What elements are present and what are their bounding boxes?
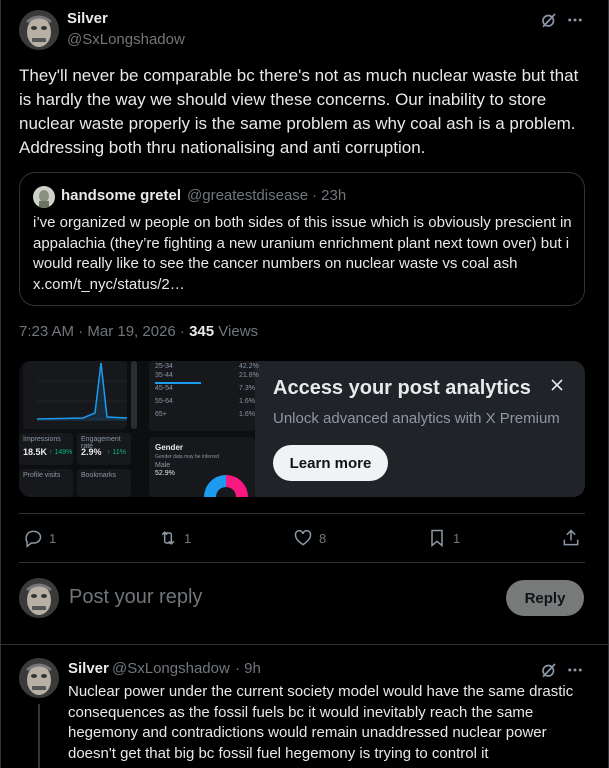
promo-title: Access your post analytics — [273, 377, 531, 399]
divider — [19, 513, 585, 514]
reply-author-handle[interactable]: @SxLongshadow — [112, 660, 230, 677]
preview-profile-visits-card: Profile visits — [19, 469, 73, 497]
age-group-value: 7.3% — [239, 385, 255, 392]
quote-author-handle: @greatestdisease — [187, 187, 309, 204]
reply-text: Nuclear power under the current society … — [68, 683, 574, 762]
views-count: 345 — [189, 323, 215, 340]
gender-male-value: 52.9% — [155, 470, 175, 477]
age-group-value: 1.6% — [239, 411, 255, 418]
preview-gender-panel: Gender Gender data may be inferred Male … — [149, 437, 255, 497]
engagement-value: 2.9% — [81, 447, 102, 457]
reply-avatar[interactable] — [19, 658, 59, 698]
grok-icon[interactable] — [539, 10, 559, 30]
more-icon[interactable] — [565, 660, 585, 680]
repost-action[interactable]: 1 — [158, 526, 191, 550]
quote-time: · 23h — [312, 187, 347, 204]
like-action[interactable]: 8 — [293, 526, 326, 550]
avatar-image — [19, 658, 59, 698]
quote-text: i’ve organized w people on both sides of… — [33, 214, 572, 293]
repost-count: 1 — [184, 530, 192, 546]
gender-subtitle: Gender data may be inferred — [155, 454, 219, 460]
share-icon — [563, 529, 579, 546]
age-group-label: 45-54 — [155, 385, 173, 392]
reply-button[interactable]: Reply — [506, 580, 584, 616]
age-bar — [155, 382, 201, 384]
grok-icon[interactable] — [539, 660, 559, 680]
reply-count: 1 — [49, 530, 57, 546]
preview-bookmarks-card: Bookmarks — [77, 469, 131, 497]
profile-visits-label: Profile visits — [23, 472, 61, 479]
reply-action[interactable]: 1 — [23, 526, 56, 550]
bookmarks-label: Bookmarks — [81, 472, 117, 479]
like-count: 8 — [319, 530, 327, 546]
thread-line — [38, 704, 40, 768]
preview-age-panel: 25-34 42.2% 35-44 21.8% 45-54 7.3% 55-64… — [149, 361, 259, 431]
avatar-image — [19, 10, 59, 50]
preview-line-chart — [36, 362, 128, 421]
post-detail-view: Silver @SxLongshadow They'll never be co… — [0, 0, 609, 768]
promo-subtitle: Unlock advanced analytics with X Premium — [273, 410, 560, 427]
bookmark-icon — [431, 529, 443, 548]
heart-icon — [294, 529, 312, 546]
gender-male-label: Male — [155, 462, 171, 469]
author-name[interactable]: Silver — [67, 10, 108, 27]
age-group-label: 65+ — [155, 411, 167, 418]
age-group-value: 21.8% — [239, 372, 259, 379]
post-text: They'll never be comparable bc there's n… — [19, 66, 579, 157]
author-handle[interactable]: @SxLongshadow — [67, 31, 185, 48]
quoted-post[interactable]: handsome gretel @greatestdisease · 23h i… — [19, 172, 585, 306]
share-action[interactable] — [561, 526, 581, 550]
impressions-value: 18.5K — [23, 447, 48, 457]
preview-engagement-card: Engagement rate 2.9% ↑ 11% — [77, 433, 131, 465]
preview-impressions-card: Impressions 18.5K ↑ 149% — [19, 433, 73, 465]
age-group-label: 35-44 — [155, 372, 173, 379]
current-user-avatar[interactable] — [19, 578, 59, 618]
separator — [1, 644, 609, 645]
analytics-preview-image: 25-34 42.2% 35-44 21.8% 45-54 7.3% 55-64… — [19, 361, 259, 497]
views-label: Views — [214, 323, 259, 340]
preview-chart-panel — [23, 361, 128, 429]
quote-author-name: handsome gretel — [61, 187, 182, 204]
age-group-label: 55-64 — [155, 398, 173, 405]
close-icon[interactable] — [547, 375, 567, 395]
reply-time[interactable]: · 9h — [235, 660, 261, 677]
bookmark-action[interactable]: 1 — [427, 526, 460, 550]
age-group-label: 25-34 — [155, 363, 173, 370]
gender-donut — [204, 475, 248, 497]
divider — [19, 562, 585, 563]
timestamp[interactable]: 7:23 AM · Mar 19, 2026 · — [19, 323, 189, 340]
analytics-promo: 25-34 42.2% 35-44 21.8% 45-54 7.3% 55-64… — [19, 361, 585, 497]
age-group-value: 1.6% — [239, 398, 255, 405]
preview-scrollbar — [131, 361, 137, 429]
reply-icon — [25, 530, 42, 548]
reply-input[interactable]: Post your reply — [69, 586, 202, 609]
avatar-image — [19, 578, 59, 618]
avatar[interactable] — [19, 10, 59, 50]
engagement-change: ↑ 11% — [107, 449, 126, 456]
learn-more-button[interactable]: Learn more — [273, 445, 388, 481]
age-group-value: 42.2% — [239, 363, 259, 370]
bookmark-count: 1 — [453, 530, 461, 546]
impressions-change: ↑ 149% — [49, 449, 73, 456]
reply-author-name[interactable]: Silver — [68, 660, 109, 677]
impressions-label: Impressions — [23, 436, 61, 443]
post-meta: 7:23 AM · Mar 19, 2026 · 345 Views — [19, 323, 258, 340]
more-icon[interactable] — [565, 10, 585, 30]
repost-icon — [161, 531, 175, 545]
gender-title: Gender — [155, 443, 184, 452]
quote-avatar — [33, 186, 55, 208]
